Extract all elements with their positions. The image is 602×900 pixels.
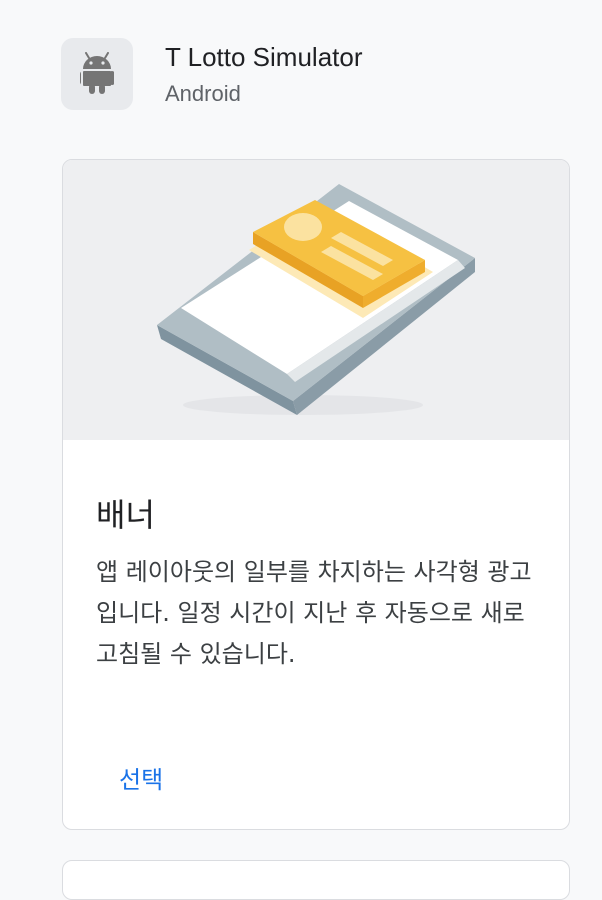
banner-format-card[interactable]: 배너 앱 레이아웃의 일부를 차지하는 사각형 광고입니다. 일정 시간이 지난… <box>62 159 570 830</box>
select-button[interactable]: 선택 <box>103 754 179 801</box>
next-format-card[interactable] <box>62 860 570 900</box>
card-illustration <box>63 160 569 440</box>
app-header: T Lotto Simulator Android <box>61 38 481 110</box>
app-icon <box>61 38 133 110</box>
android-icon <box>80 52 114 94</box>
app-platform: Android <box>165 81 241 106</box>
format-description: 앱 레이아웃의 일부를 차지하는 사각형 광고입니다. 일정 시간이 지난 후 … <box>96 558 532 668</box>
format-title: 배너 <box>96 496 155 534</box>
app-name: T Lotto Simulator <box>165 42 363 72</box>
banner-ad-illustration <box>157 184 475 415</box>
